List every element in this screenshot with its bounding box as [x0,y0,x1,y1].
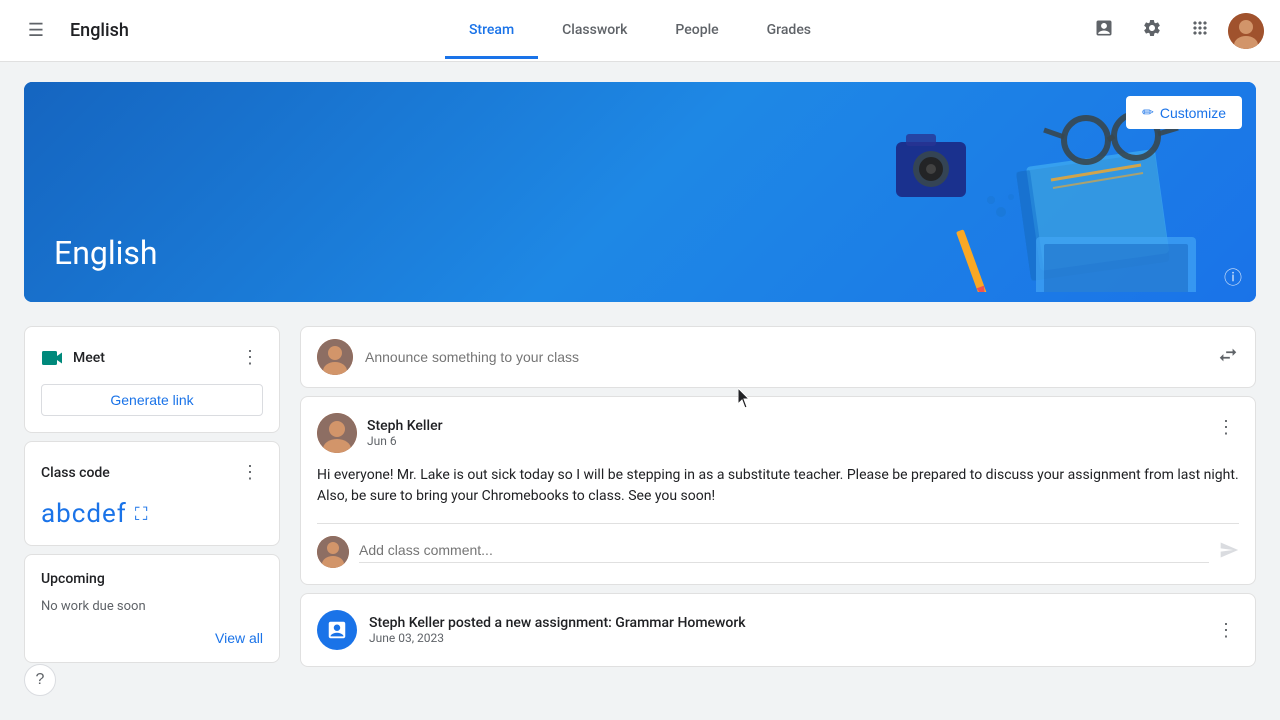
header-right [1064,11,1264,51]
meet-card-title: Meet [41,346,105,370]
meet-menu-button[interactable]: ⋮ [237,343,263,372]
customize-pencil-icon: ✏ [1142,104,1154,121]
post-date: Jun 6 [367,434,443,448]
share-icon[interactable] [1217,344,1239,371]
settings-icon [1142,18,1162,43]
header-left: ☰ English [16,11,216,51]
hamburger-icon: ☰ [28,20,44,41]
post-author-avatar [317,413,357,453]
class-code-header: Class code ⋮ [41,458,263,487]
app-title: English [70,20,129,41]
class-code-card: Class code ⋮ abcdef ⛶ [24,441,280,546]
post-author-name: Steph Keller [367,418,443,434]
class-code-label: Class code [41,465,110,481]
banner-class-title: English [54,234,158,272]
apps-icon [1190,18,1210,43]
assignment-title: Steph Keller posted a new assignment: Gr… [369,615,746,631]
assignment-card-0[interactable]: Steph Keller posted a new assignment: Gr… [300,593,1256,667]
post-menu-button[interactable]: ⋮ [1213,413,1239,442]
assignment-menu-button[interactable]: ⋮ [1213,616,1239,645]
meet-card: Meet ⋮ Generate link [24,326,280,433]
tab-grades[interactable]: Grades [743,2,835,59]
class-code-menu-button[interactable]: ⋮ [237,458,263,487]
post-header: Steph Keller Jun 6 ⋮ [317,413,1239,453]
header: ☰ English Stream Classwork People Grades [0,0,1280,62]
post-card-0: Steph Keller Jun 6 ⋮ Hi everyone! Mr. La… [300,396,1256,585]
class-banner: English ✏ Customize ⓘ [24,82,1256,302]
assignment-header: Steph Keller posted a new assignment: Gr… [317,610,1239,650]
view-all-button[interactable]: View all [215,630,263,646]
announce-avatar [317,339,353,375]
upcoming-card: Upcoming No work due soon View all [24,554,280,663]
assignment-date: June 03, 2023 [369,631,746,645]
announce-card[interactable] [300,326,1256,388]
main-nav: Stream Classwork People Grades [216,2,1064,59]
post-author-info: Steph Keller Jun 6 [367,418,443,448]
comment-section [317,523,1239,568]
sidebar: Meet ⋮ Generate link Class code ⋮ abcdef… [24,326,280,667]
no-work-label: No work due soon [41,599,263,614]
send-icon[interactable] [1219,540,1239,565]
tab-classwork[interactable]: Classwork [538,2,651,59]
generate-link-button[interactable]: Generate link [41,384,263,416]
content-grid: Meet ⋮ Generate link Class code ⋮ abcdef… [24,326,1256,667]
class-code-value: abcdef ⛶ [41,499,263,529]
gradebook-icon [1094,18,1114,43]
gradebook-icon-button[interactable] [1084,11,1124,51]
tab-stream[interactable]: Stream [445,2,538,59]
help-button[interactable]: ? [24,664,56,696]
stream-feed: Steph Keller Jun 6 ⋮ Hi everyone! Mr. La… [300,326,1256,667]
user-avatar[interactable] [1228,13,1264,49]
upcoming-title: Upcoming [41,571,263,587]
banner-info-icon[interactable]: ⓘ [1224,264,1242,290]
announce-input[interactable] [365,349,1205,365]
post-author: Steph Keller Jun 6 [317,413,443,453]
main-content: English ✏ Customize ⓘ Meet [0,62,1280,687]
comment-input[interactable] [359,542,1209,563]
post-body: Hi everyone! Mr. Lake is out sick today … [317,465,1239,507]
assignment-icon [317,610,357,650]
comment-avatar [317,536,349,568]
tab-people[interactable]: People [651,2,742,59]
assignment-info: Steph Keller posted a new assignment: Gr… [317,610,746,650]
customize-button[interactable]: ✏ Customize [1126,96,1242,129]
hamburger-menu-button[interactable]: ☰ [16,11,56,51]
meet-icon [41,346,65,370]
meet-card-header: Meet ⋮ [41,343,263,372]
apps-icon-button[interactable] [1180,11,1220,51]
expand-code-icon[interactable]: ⛶ [135,504,149,525]
help-icon: ? [36,671,45,689]
settings-icon-button[interactable] [1132,11,1172,51]
assignment-details: Steph Keller posted a new assignment: Gr… [369,615,746,645]
